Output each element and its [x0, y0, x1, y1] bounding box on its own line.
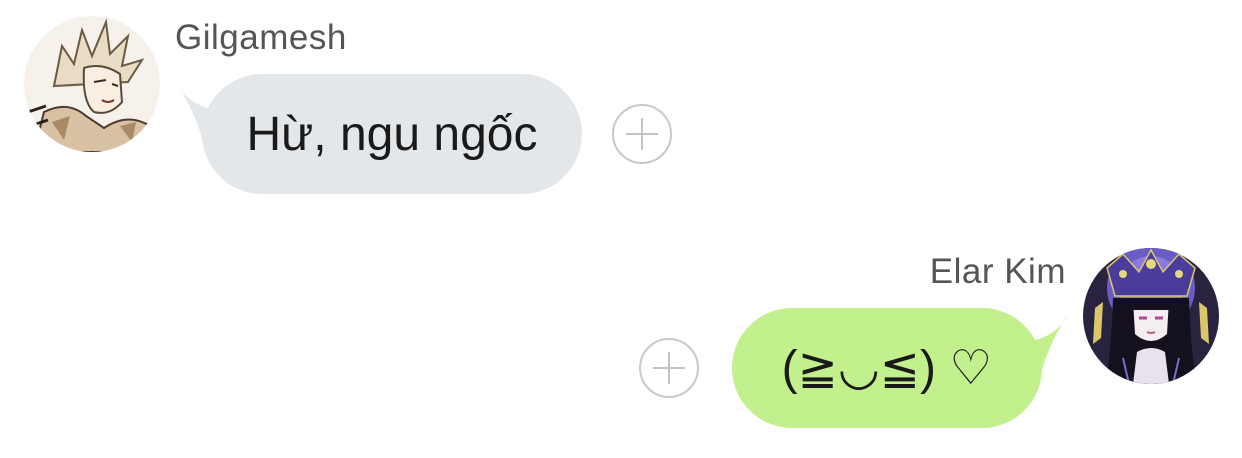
message-bubble[interactable]: (≧◡≦) ♡	[732, 308, 1042, 428]
avatar-gilgamesh[interactable]	[24, 16, 160, 152]
avatar-elar-kim[interactable]	[1083, 248, 1219, 384]
dark-hair-character-avatar-icon	[1083, 248, 1219, 384]
message-bubble[interactable]: Hừ, ngu ngốc	[202, 74, 582, 194]
add-reaction-button[interactable]	[639, 338, 699, 398]
sender-name: Gilgamesh	[175, 18, 347, 57]
sender-name: Elar Kim	[929, 252, 1066, 291]
blond-character-avatar-icon	[24, 16, 160, 152]
message-text: (≧◡≦) ♡	[781, 342, 993, 395]
message-text: Hừ, ngu ngốc	[246, 107, 538, 161]
add-reaction-button[interactable]	[612, 104, 672, 164]
